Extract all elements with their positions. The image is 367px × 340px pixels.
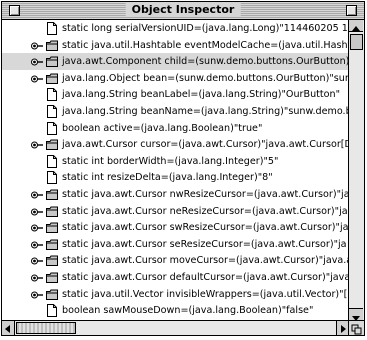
tree-row[interactable]: static int resizeDelta=(java.lang.Intege… (2, 169, 348, 186)
expand-toggle-icon[interactable] (31, 208, 43, 216)
inspector-tree: static long serialVersionUID=(java.lang.… (2, 20, 348, 320)
folder-icon (46, 222, 58, 234)
tree-row-label: java.lang.Object bean=(sunw.demo.buttons… (62, 72, 348, 84)
vertical-scroll-thumb[interactable] (350, 34, 363, 50)
expand-toggle-icon[interactable] (31, 224, 43, 232)
expand-toggle-icon[interactable] (31, 241, 43, 249)
tree-row-label: boolean active=(java.lang.Boolean)"true" (62, 122, 263, 134)
document-icon (47, 171, 57, 185)
tree-row[interactable]: static java.awt.Cursor moveCursor=(java.… (2, 252, 348, 269)
folder-icon (46, 189, 58, 200)
tree-row[interactable]: java.lang.String beanLabel=(java.lang.St… (2, 86, 348, 103)
resize-grow-box[interactable] (348, 320, 364, 335)
folder-icon (46, 56, 58, 68)
tree-row[interactable]: java.lang.String beanName=(java.lang.Str… (2, 103, 348, 120)
tree-row-label: static java.awt.Cursor seResizeCursor=(j… (62, 238, 347, 250)
document-icon (47, 88, 57, 102)
object-inspector-window: Object Inspector static long serialVersi… (1, 1, 365, 336)
horizontal-scroll-thumb[interactable] (16, 322, 76, 334)
folder-icon (46, 40, 58, 51)
tree-row-label: static java.util.Vector invisibleWrapper… (62, 288, 348, 300)
document-icon (47, 304, 57, 318)
tree-row-label: static int borderWidth=(java.lang.Intege… (62, 155, 279, 167)
tree-row-label: java.awt.Cursor cursor=(java.awt.Cursor)… (62, 139, 348, 151)
document-icon (47, 105, 57, 118)
tree-row[interactable]: static int borderWidth=(java.lang.Intege… (2, 153, 348, 170)
tree-row-label: java.lang.String beanLabel=(java.lang.St… (62, 89, 341, 101)
close-box[interactable] (9, 5, 20, 16)
expand-toggle-icon[interactable] (31, 191, 43, 199)
folder-icon (46, 139, 58, 151)
scroll-down-arrow[interactable] (349, 308, 363, 321)
tree-row[interactable]: java.awt.Cursor cursor=(java.awt.Cursor)… (2, 136, 348, 153)
vertical-scrollbar[interactable] (348, 20, 364, 321)
scroll-left-arrow[interactable] (2, 321, 15, 335)
title-bar[interactable]: Object Inspector (2, 2, 364, 20)
tree-row-label: static java.util.Hashtable eventModelCac… (62, 39, 348, 51)
tree-row-label: java.lang.String beanName=(java.lang.Str… (62, 106, 348, 117)
tree-row[interactable]: static java.awt.Cursor swResizeCursor=(j… (2, 219, 348, 236)
tree-row-label: static java.awt.Cursor defaultCursor=(ja… (62, 272, 348, 283)
tree-row-label: static long serialVersionUID=(java.lang.… (62, 23, 348, 34)
tree-row[interactable]: static java.awt.Cursor nwResizeCursor=(j… (2, 186, 348, 203)
tree-row-label: static java.awt.Cursor moveCursor=(java.… (62, 255, 348, 267)
tree-row-label: java.awt.Component child=(sunw.demo.butt… (62, 56, 348, 68)
resize-icon (351, 324, 362, 335)
expand-toggle-icon[interactable] (31, 75, 43, 83)
expand-toggle-icon[interactable] (31, 291, 43, 299)
tree-row[interactable]: static java.awt.Cursor neResizeCursor=(j… (2, 203, 348, 220)
folder-icon (46, 239, 58, 250)
horizontal-scrollbar[interactable] (2, 320, 349, 335)
tree-row[interactable]: java.awt.Component child=(sunw.demo.butt… (2, 53, 348, 71)
folder-icon (46, 73, 58, 84)
tree-row[interactable]: java.lang.Object bean=(sunw.demo.buttons… (2, 70, 348, 87)
folder-icon (46, 272, 58, 283)
tree-row[interactable]: static java.awt.Cursor defaultCursor=(ja… (2, 269, 348, 286)
tree-row[interactable]: static java.util.Hashtable eventModelCac… (2, 37, 348, 54)
tree-row-label: boolean sawMouseDown=(java.lang.Boolean)… (62, 305, 314, 317)
tree-row[interactable]: static java.util.Vector invisibleWrapper… (2, 286, 348, 303)
tree-row-label: static java.awt.Cursor swResizeCursor=(j… (62, 222, 348, 234)
expand-toggle-icon[interactable] (31, 274, 43, 282)
tree-row-label: static java.awt.Cursor neResizeCursor=(j… (62, 205, 348, 217)
document-icon (47, 121, 57, 135)
expand-toggle-icon[interactable] (31, 42, 43, 50)
tree-row[interactable]: boolean sawMouseDown=(java.lang.Boolean)… (2, 302, 348, 319)
tree-row[interactable]: boolean active=(java.lang.Boolean)"true" (2, 120, 348, 137)
tree-row-label: static int resizeDelta=(java.lang.Intege… (62, 172, 273, 184)
expand-toggle-icon[interactable] (31, 141, 43, 149)
folder-icon (46, 206, 58, 217)
tree-row[interactable]: static java.awt.Cursor seResizeCursor=(j… (2, 236, 348, 253)
expand-toggle-icon[interactable] (31, 257, 43, 265)
scroll-up-arrow[interactable] (349, 20, 363, 32)
document-icon (47, 154, 57, 168)
zoom-box[interactable] (346, 5, 357, 16)
folder-icon (46, 289, 58, 300)
tree-row-label: static java.awt.Cursor nwResizeCursor=(j… (62, 189, 348, 200)
window-title: Object Inspector (125, 3, 241, 17)
expand-toggle-icon[interactable] (31, 58, 43, 66)
folder-icon (46, 255, 58, 267)
document-icon (47, 22, 57, 35)
tree-row[interactable]: static long serialVersionUID=(java.lang.… (2, 20, 348, 37)
triangle-left-icon (5, 325, 10, 333)
